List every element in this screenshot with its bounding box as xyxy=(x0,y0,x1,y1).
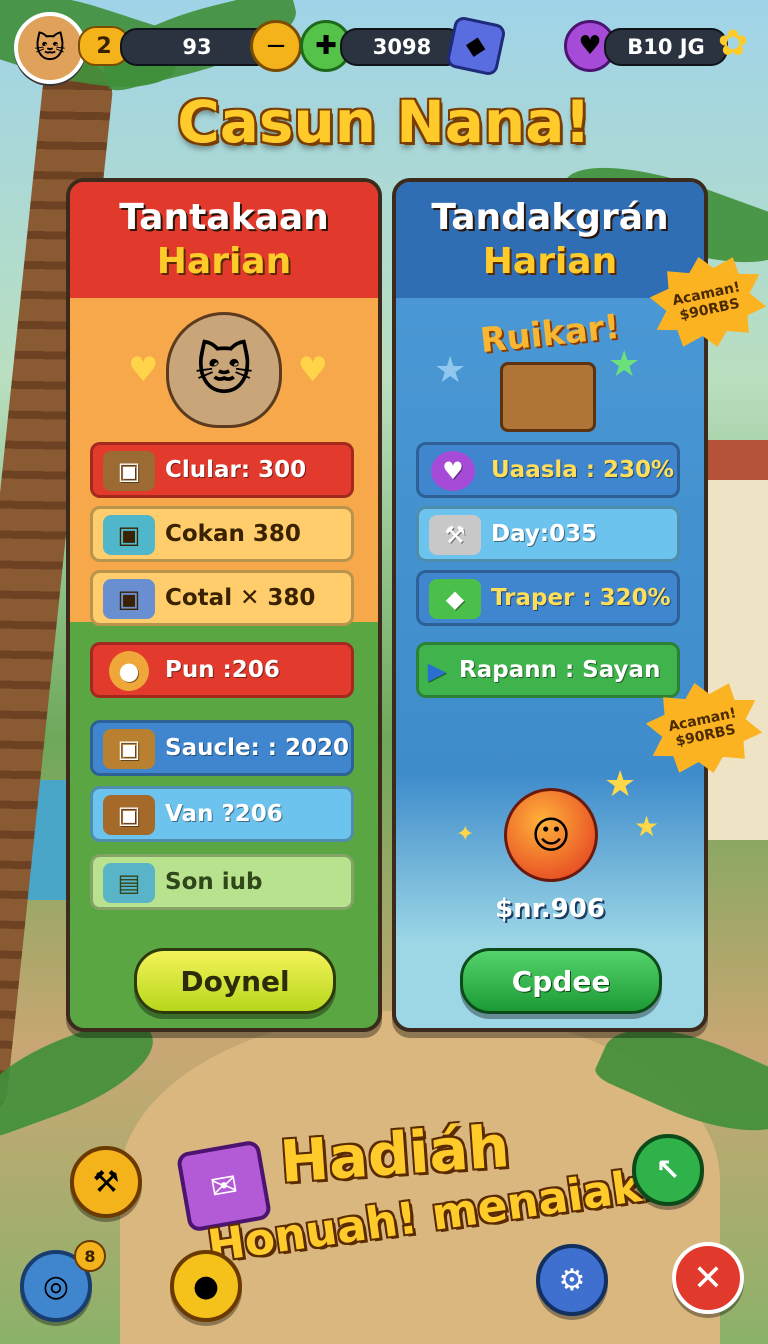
right-panel-hero: ★ Ruikar! ★ xyxy=(396,298,704,442)
page-title: Casun Nana! xyxy=(177,88,591,156)
bonus-row[interactable]: ▶ Rapann : Sayan xyxy=(416,642,680,698)
green-arrow-icon[interactable]: ↖ xyxy=(632,1134,704,1206)
hammer-icon: ⚒ xyxy=(429,515,481,555)
left-quest-panel: Tantakaan Harian ♥ 🐱 ♥ ▣ Clular: 300 ▣ C… xyxy=(66,178,382,1032)
left-panel-title: Tantakaan xyxy=(119,197,329,238)
bonus-label: Rapann : Sayan xyxy=(459,657,661,683)
bonus-row[interactable]: ⚒ Day:035 xyxy=(416,506,680,562)
player-avatar[interactable]: 🐱 xyxy=(14,12,86,84)
quest-label: Van ?206 xyxy=(165,801,283,827)
coins-value: 93 xyxy=(182,35,212,59)
quest-row[interactable]: ▣ Saucle: : 2020 xyxy=(90,720,354,776)
heart-icon: ♥ xyxy=(297,350,328,390)
bonus-row[interactable]: ◆ Traper : 320% xyxy=(416,570,680,626)
left-panel-subtitle: Harian xyxy=(156,241,292,282)
quest-row[interactable]: ▣ Cokan 380 xyxy=(90,506,354,562)
orb-icon: ● xyxy=(109,651,149,691)
quest-label: Saucle: : 2020 xyxy=(165,735,349,761)
treasure-chest-icon xyxy=(500,362,596,432)
play-icon: ▶ xyxy=(427,657,447,685)
purple-heart-icon: ♥ xyxy=(431,451,475,491)
cat-face-icon: 🐱 xyxy=(34,30,66,66)
right-panel-header: Tandakgrán Harian xyxy=(396,182,704,298)
star-icon: ✦ xyxy=(456,822,475,847)
gear-blue-icon[interactable]: ⚙ xyxy=(536,1244,608,1316)
close-icon[interactable]: ✕ xyxy=(672,1242,744,1314)
bonus-row[interactable]: ♥ Uaasla : 230% xyxy=(416,442,680,498)
quest-label: Pun :206 xyxy=(165,657,280,683)
reward-amount: $nr.906 xyxy=(495,894,605,924)
star-icon: ★ xyxy=(634,810,660,843)
star-icon: ★ xyxy=(604,764,637,805)
cat-mascot-icon: 🐱 xyxy=(166,312,282,428)
hearts-value: B10 JG xyxy=(627,35,705,59)
chest-icon: ▣ xyxy=(103,451,155,491)
quest-row[interactable]: ▤ Son iub xyxy=(90,854,354,910)
quest-row[interactable]: ▣ Clular: 300 xyxy=(90,442,354,498)
quest-label: Cokan 380 xyxy=(165,521,301,547)
quest-row[interactable]: ● Pun :206 xyxy=(90,642,354,698)
book-icon: ▤ xyxy=(103,863,155,903)
left-panel-header: Tantakaan Harian xyxy=(70,182,378,298)
smiling-ball-mascot-icon: ☺ xyxy=(504,788,598,882)
chest-icon: ▣ xyxy=(103,729,155,769)
left-panel-action-button[interactable]: Doynel xyxy=(134,948,336,1014)
chest-icon: ▣ xyxy=(103,579,155,619)
gold-coin-icon[interactable]: ● xyxy=(170,1250,242,1322)
clovers-counter: 3098 xyxy=(340,28,464,66)
coin-icon[interactable]: − xyxy=(250,20,302,72)
quest-row[interactable]: ▣ Cotal ✕ 380 xyxy=(90,570,354,626)
bonus-label: Traper : 320% xyxy=(491,585,671,611)
left-panel-hero: ♥ 🐱 ♥ xyxy=(70,298,378,442)
quest-row[interactable]: ▣ Van ?206 xyxy=(90,786,354,842)
blue-star-icon: ★ xyxy=(434,350,467,391)
heart-icon: ♥ xyxy=(128,350,159,390)
green-star-icon: ★ xyxy=(608,344,641,385)
gem-icon[interactable]: ◆ xyxy=(445,15,507,77)
quest-label: Cotal ✕ 380 xyxy=(165,585,316,611)
quest-label: Clular: 300 xyxy=(165,457,307,483)
bonus-label: Uaasla : 230% xyxy=(491,457,675,483)
hammer-coin-icon[interactable]: ⚒ xyxy=(70,1146,142,1218)
donut-badge: 8 xyxy=(74,1240,106,1272)
right-panel-action-button[interactable]: Cpdee xyxy=(460,948,662,1014)
right-panel-subtitle: Harian xyxy=(482,241,618,282)
bonus-label: Day:035 xyxy=(491,521,598,547)
right-panel-title: Tandakgrán xyxy=(431,197,669,238)
star-flower-icon[interactable]: ✿ xyxy=(710,20,756,66)
quest-label: Son iub xyxy=(165,869,263,895)
banner-text: Ruikar! xyxy=(478,306,622,362)
clovers-value: 3098 xyxy=(372,35,432,59)
top-hud: 🐱 2 93 − ✚ 3098 ◆ ♥ B10 JG ✿ xyxy=(10,10,758,84)
chest-icon: ▣ xyxy=(103,515,155,555)
chest-icon: ▣ xyxy=(103,795,155,835)
green-gem-icon: ◆ xyxy=(429,579,481,619)
